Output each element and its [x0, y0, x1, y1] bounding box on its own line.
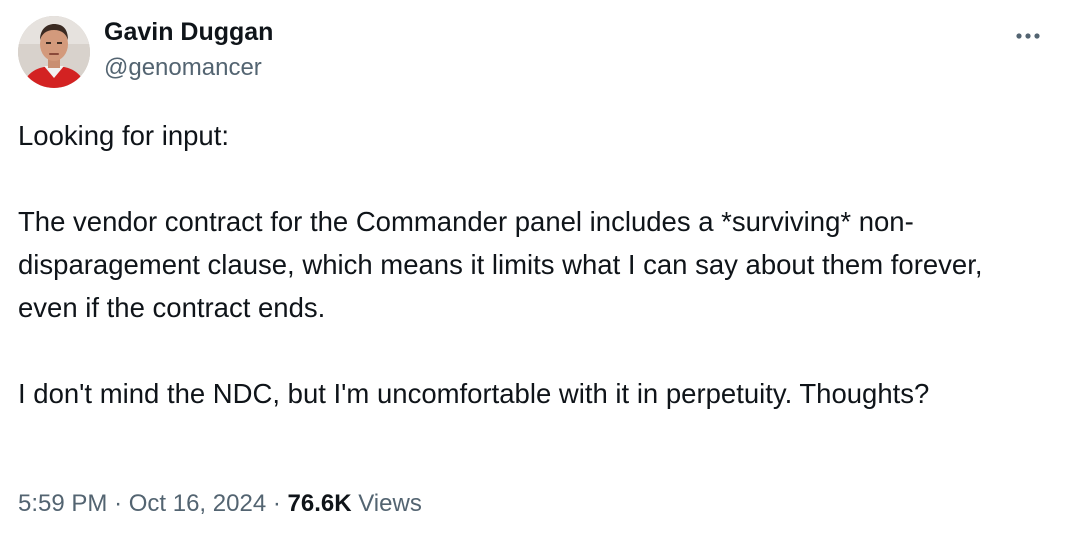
more-horizontal-icon [1015, 27, 1041, 45]
tweet-paragraph: I don't mind the NDC, but I'm uncomforta… [18, 378, 930, 409]
meta-separator: · [272, 490, 281, 517]
tweet-timestamp[interactable]: 5:59 PM · Oct 16, 2024 [18, 490, 266, 517]
meta-separator: · [114, 490, 123, 517]
tweet-time: 5:59 PM [18, 490, 108, 517]
avatar-photo [18, 16, 90, 88]
author-block: Gavin Duggan @genomancer [104, 16, 273, 83]
author-handle[interactable]: @genomancer [104, 53, 273, 83]
author-display-name[interactable]: Gavin Duggan [104, 16, 273, 48]
views-count[interactable]: 76.6K [288, 490, 352, 517]
tweet-meta: 5:59 PM · Oct 16, 2024 · 76.6K Views [18, 488, 422, 520]
tweet-paragraph: Looking for input: [18, 120, 229, 151]
views-label: Views [358, 490, 422, 517]
more-options-button[interactable] [1008, 16, 1048, 56]
tweet-text: Looking for input: The vendor contract f… [18, 114, 1048, 415]
tweet-paragraph: The vendor contract for the Commander pa… [18, 206, 983, 323]
tweet-date: Oct 16, 2024 [128, 490, 267, 517]
avatar[interactable] [18, 16, 90, 88]
tweet-card: Gavin Duggan @genomancer Looking for inp… [0, 0, 1074, 540]
